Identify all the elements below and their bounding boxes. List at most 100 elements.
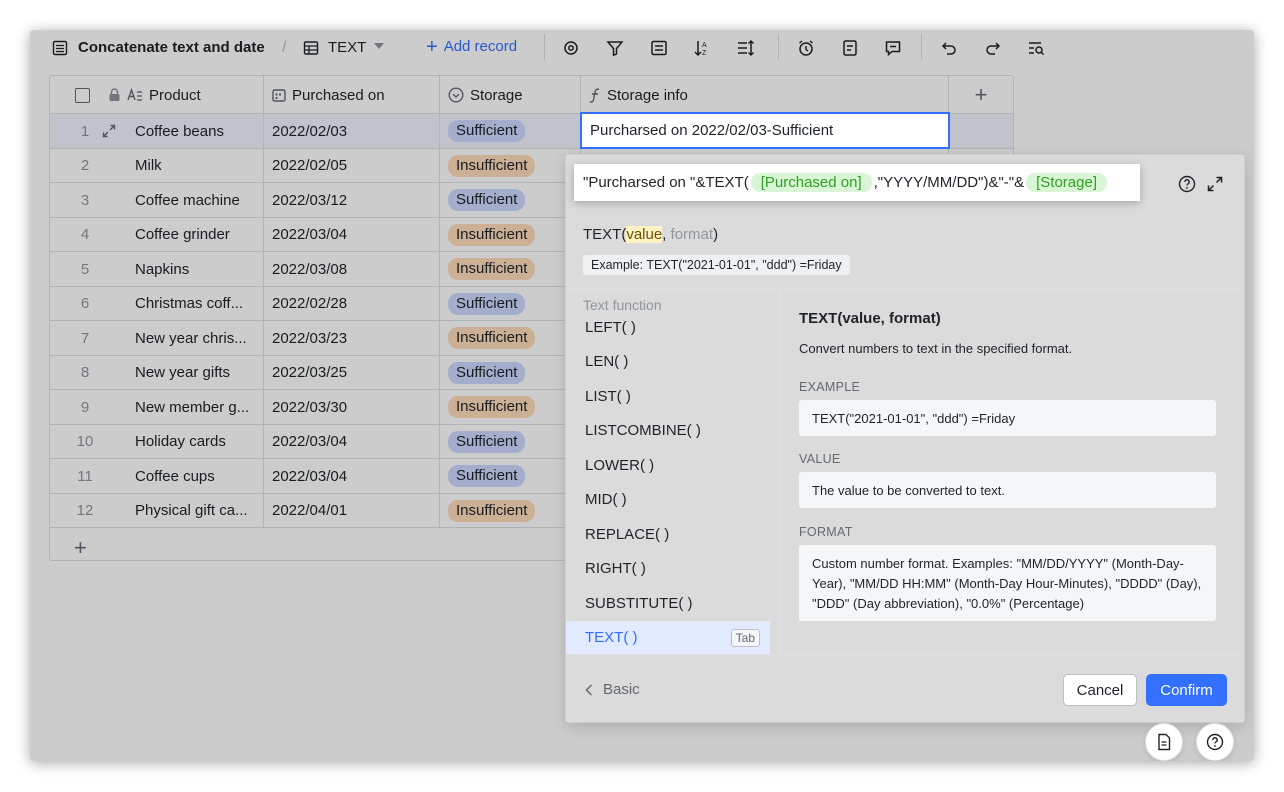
field-reference-chip[interactable]: [Purchased on] — [750, 173, 872, 192]
sort-icon[interactable]: AZ — [692, 38, 712, 58]
alarm-clock-icon[interactable] — [796, 38, 816, 58]
cell-text: Christmas coff... — [135, 295, 244, 312]
column-header-storage[interactable]: Storage — [440, 76, 581, 114]
cell-purchased-on[interactable]: 2022/02/03 — [264, 114, 440, 148]
row-height-icon[interactable] — [735, 38, 755, 58]
formula-input[interactable]: "Purcharsed on "&TEXT( [Purchased on] ,"… — [574, 164, 1140, 201]
function-list-item[interactable]: LOWER( ) — [566, 448, 770, 483]
function-name: LEN( ) — [585, 353, 629, 371]
cell-storage[interactable]: Sufficient — [440, 286, 581, 321]
toolbar: Concatenate text and date / TEXT + Add r… — [30, 30, 1254, 66]
toolbar-divider — [778, 34, 779, 60]
find-icon[interactable] — [1026, 38, 1046, 58]
cell-purchased-on[interactable]: 2022/04/01 — [264, 493, 440, 528]
help-button[interactable] — [1196, 723, 1234, 761]
add-record-button[interactable]: + Add record — [426, 37, 517, 57]
cell-product[interactable]: Coffee machine — [127, 183, 264, 217]
add-row-button[interactable]: + — [74, 535, 87, 561]
cell-text: 2022/02/05 — [272, 157, 348, 174]
lock-icon — [109, 88, 120, 101]
doc-title[interactable]: Concatenate text and date — [78, 39, 265, 56]
cell-storage[interactable]: Insufficient — [440, 493, 581, 528]
cell-purchased-on[interactable]: 2022/03/12 — [264, 183, 440, 217]
basic-label: Basic — [603, 681, 640, 698]
cell-storage[interactable]: Insufficient — [440, 390, 581, 424]
status-badge: Insufficient — [448, 223, 536, 246]
cell-purchased-on[interactable]: 2022/03/25 — [264, 355, 440, 390]
cell-purchased-on[interactable]: 2022/03/30 — [264, 390, 440, 424]
cancel-button[interactable]: Cancel — [1063, 674, 1137, 706]
group-icon[interactable] — [649, 38, 669, 58]
cell-product[interactable]: New member g... — [127, 390, 264, 424]
cell-product[interactable]: Coffee cups — [127, 459, 264, 493]
cell-product[interactable]: Coffee grinder — [127, 217, 264, 252]
cell-purchased-on[interactable]: 2022/03/04 — [264, 217, 440, 252]
plus-icon: + — [74, 535, 87, 560]
expand-record-icon[interactable] — [102, 124, 116, 138]
cell-storage[interactable]: Insufficient — [440, 148, 581, 183]
cell-purchased-on[interactable]: 2022/03/23 — [264, 321, 440, 355]
function-list-item[interactable]: RIGHT( ) — [566, 552, 770, 587]
chevron-down-icon[interactable] — [374, 43, 384, 49]
status-badge: Insufficient — [448, 396, 536, 418]
function-list-item[interactable]: LEN( ) — [566, 345, 770, 380]
function-list-item[interactable]: LIST( ) — [566, 379, 770, 414]
redo-icon[interactable] — [983, 38, 1003, 58]
function-list-item[interactable]: REPLACE( ) — [566, 517, 770, 552]
format-label: FORMAT — [799, 525, 853, 539]
cell-text: 2022/03/04 — [272, 433, 348, 450]
cell-purchased-on[interactable]: 2022/03/08 — [264, 252, 440, 286]
function-list-item[interactable]: LISTCOMBINE( ) — [566, 414, 770, 449]
cell-storage[interactable]: Insufficient — [440, 252, 581, 286]
status-badge: Insufficient — [448, 327, 536, 349]
row-number: 2 — [80, 157, 90, 174]
column-header-purchased-on[interactable]: Purchased on — [264, 76, 440, 114]
settings-icon[interactable] — [561, 38, 581, 58]
cell-text: 2022/03/25 — [272, 364, 348, 381]
cell-product[interactable]: Coffee beans — [127, 114, 264, 148]
detail-title: TEXT(value, format) — [799, 310, 941, 327]
cell-purchased-on[interactable]: 2022/03/04 — [264, 459, 440, 493]
add-column-button[interactable]: + — [949, 76, 1013, 114]
cell-product[interactable]: New year gifts — [127, 355, 264, 390]
form-icon[interactable] — [840, 38, 860, 58]
row-number: 5 — [80, 260, 90, 278]
row-number: 9 — [80, 398, 90, 416]
single-select-icon — [448, 87, 464, 103]
function-list-item[interactable]: MID( ) — [566, 483, 770, 518]
function-list-item[interactable]: TEXT( ) Tab — [566, 620, 770, 655]
status-badge: Insufficient — [448, 154, 536, 177]
help-icon[interactable] — [1178, 175, 1196, 193]
expand-icon[interactable] — [1206, 175, 1224, 193]
view-name[interactable]: TEXT — [328, 39, 366, 56]
cell-purchased-on[interactable]: 2022/02/28 — [264, 286, 440, 321]
cell-storage[interactable]: Sufficient — [440, 355, 581, 390]
cell-storage[interactable]: Sufficient — [440, 424, 581, 459]
field-reference-chip[interactable]: [Storage] — [1026, 173, 1107, 192]
cell-product[interactable]: Christmas coff... — [127, 286, 264, 321]
column-header-product[interactable]: Product — [50, 76, 264, 114]
active-formula-cell[interactable]: Purcharsed on 2022/02/03-Sufficient — [580, 112, 950, 149]
cell-product[interactable]: Physical gift ca... — [127, 493, 264, 528]
cell-storage[interactable]: Insufficient — [440, 321, 581, 355]
filter-icon[interactable] — [605, 38, 625, 58]
cell-storage[interactable]: Sufficient — [440, 114, 581, 148]
undo-icon[interactable] — [939, 38, 959, 58]
cell-storage[interactable]: Sufficient — [440, 183, 581, 217]
cell-storage[interactable]: Sufficient — [440, 459, 581, 493]
basic-link[interactable]: Basic — [585, 681, 640, 698]
cell-product[interactable]: New year chris... — [127, 321, 264, 355]
cell-product[interactable]: Milk — [127, 148, 264, 183]
function-list-item[interactable]: SUBSTITUTE( ) — [566, 586, 770, 621]
select-all-checkbox[interactable] — [75, 87, 90, 103]
cell-purchased-on[interactable]: 2022/03/04 — [264, 424, 440, 459]
confirm-button[interactable]: Confirm — [1146, 674, 1227, 706]
column-header-storage-info[interactable]: Storage info — [581, 76, 949, 114]
function-list-item[interactable]: LEFT( ) — [566, 310, 770, 345]
comment-icon[interactable] — [883, 38, 903, 58]
cell-storage[interactable]: Insufficient — [440, 217, 581, 252]
cell-purchased-on[interactable]: 2022/02/05 — [264, 148, 440, 183]
cell-product[interactable]: Holiday cards — [127, 424, 264, 459]
cell-product[interactable]: Napkins — [127, 252, 264, 286]
document-button[interactable] — [1145, 723, 1183, 761]
